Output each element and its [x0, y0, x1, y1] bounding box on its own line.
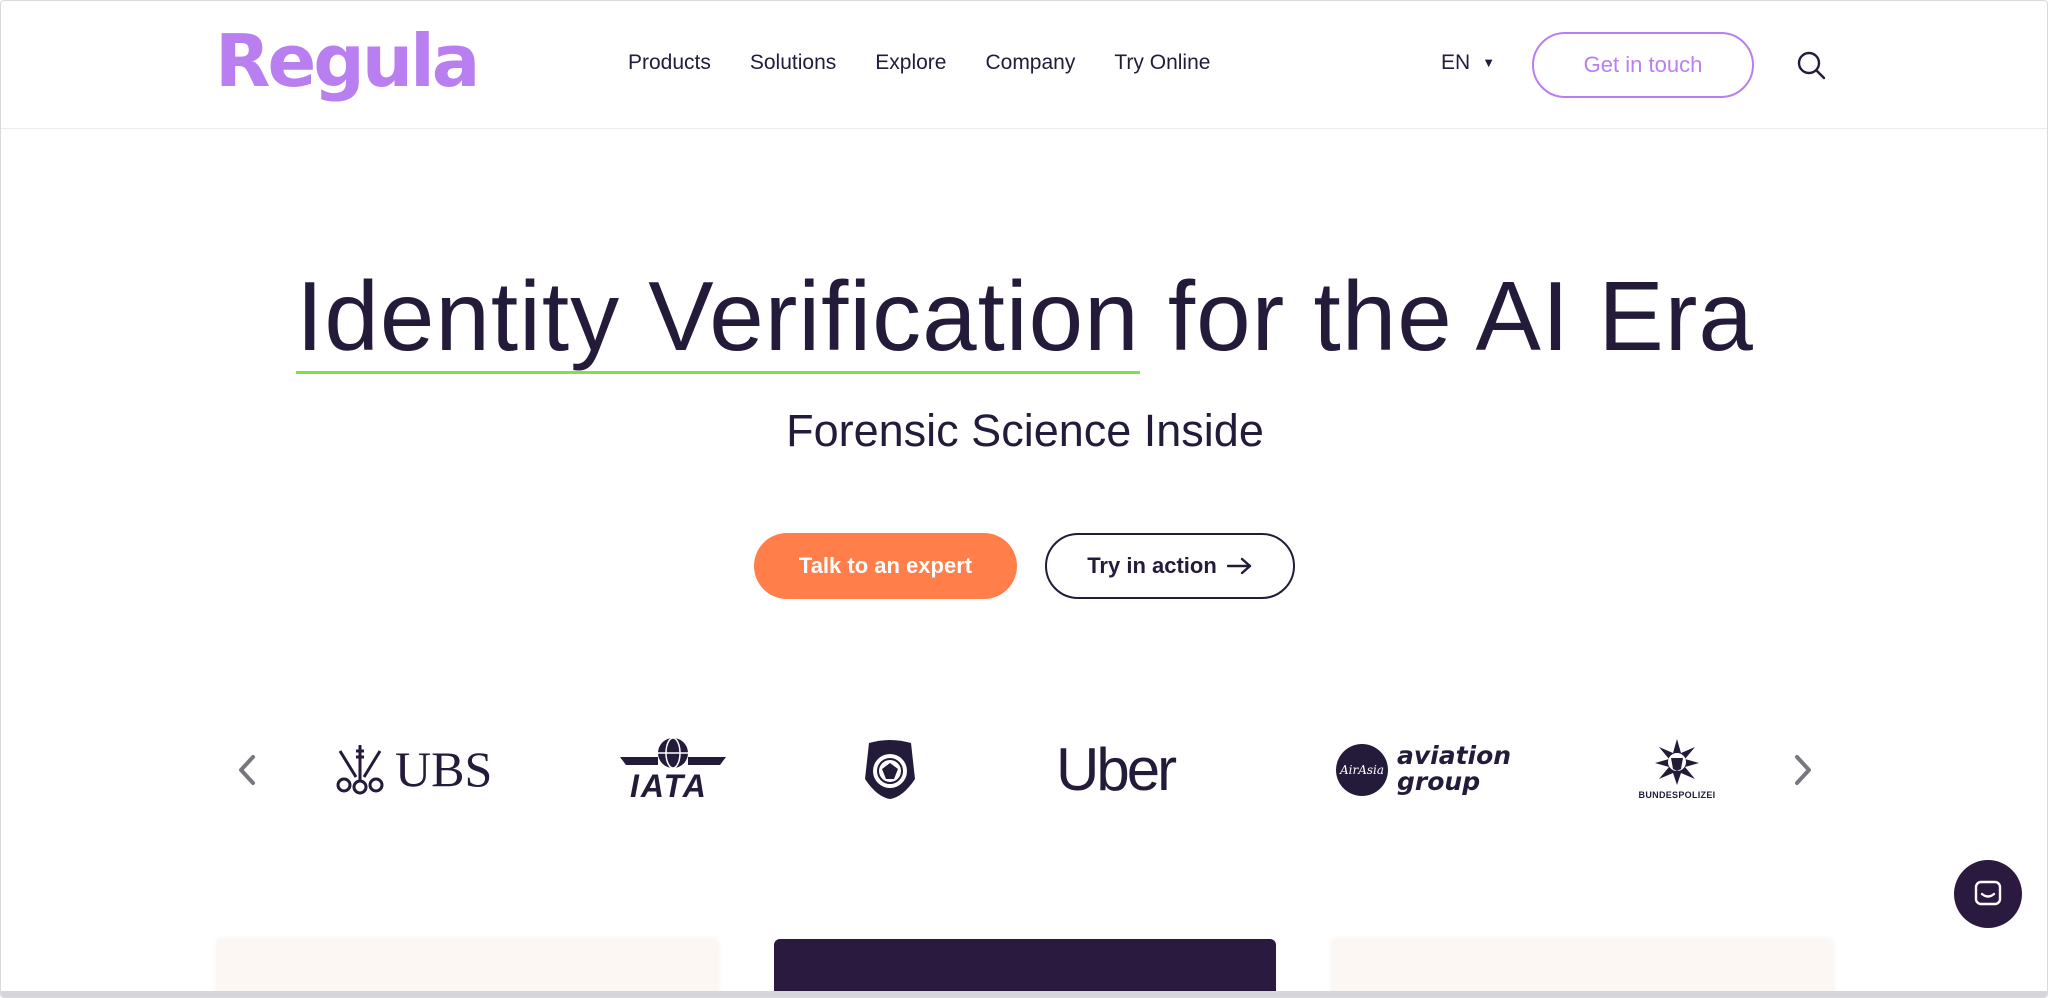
- feature-card-center[interactable]: [774, 939, 1276, 997]
- nav-item-try-online[interactable]: Try Online: [1114, 49, 1210, 77]
- uber-wordmark: Uber: [1056, 736, 1177, 803]
- hero-title-highlight: Identity Verification: [296, 261, 1140, 374]
- airasia-badge: AirAsia: [1336, 744, 1388, 796]
- ubs-keys-icon: [336, 745, 384, 795]
- client-logo-cbp: [863, 739, 917, 801]
- talk-to-expert-button[interactable]: Talk to an expert: [754, 533, 1017, 599]
- search-icon: [1797, 51, 1826, 80]
- get-in-touch-button[interactable]: Get in touch: [1532, 32, 1754, 98]
- try-in-action-button[interactable]: Try in action: [1045, 533, 1295, 599]
- feature-card-left[interactable]: [216, 939, 719, 997]
- caret-down-icon: ▼: [1482, 55, 1496, 70]
- nav-item-company[interactable]: Company: [985, 49, 1075, 77]
- aviation-group-line1: aviation: [1397, 741, 1512, 770]
- ubs-wordmark: UBS: [395, 741, 493, 797]
- carousel-prev-button[interactable]: [232, 749, 262, 791]
- hero-title-rest: for the AI Era: [1139, 261, 1754, 371]
- carousel-next-button[interactable]: [1788, 749, 1818, 791]
- hero-title: Identity Verification for the AI Era: [1, 256, 2047, 376]
- search-button[interactable]: [1795, 49, 1827, 81]
- chat-launcher-button[interactable]: [1954, 860, 2022, 928]
- regula-logo[interactable]: Regula: [215, 19, 480, 103]
- client-logo-uber: Uber: [1056, 737, 1196, 803]
- chevron-left-icon: [239, 755, 255, 785]
- client-logo-bundespolizei: BUNDESPOLIZEI: [1637, 739, 1717, 803]
- main-nav: Products Solutions Explore Company Try O…: [628, 49, 1210, 77]
- try-in-action-label: Try in action: [1087, 553, 1217, 578]
- language-selector[interactable]: EN ▼: [1441, 49, 1495, 77]
- client-logo-airasia-aviation-group: AirAsia aviation group: [1336, 743, 1511, 797]
- nav-item-products[interactable]: Products: [628, 49, 711, 77]
- site-header: Regula Products Solutions Explore Compan…: [1, 1, 2047, 129]
- page-frame: Regula Products Solutions Explore Compan…: [0, 0, 2048, 998]
- nav-item-explore[interactable]: Explore: [875, 49, 946, 77]
- client-logo-ubs: UBS: [332, 741, 492, 797]
- aviation-group-line2: group: [1397, 767, 1481, 796]
- window-bottom-edge: [1, 991, 2047, 997]
- nav-item-solutions[interactable]: Solutions: [750, 49, 836, 77]
- language-label: EN: [1441, 51, 1471, 74]
- cbp-badge-icon: [865, 740, 915, 799]
- chevron-right-icon: [1795, 755, 1811, 785]
- hero-subtitle: Forensic Science Inside: [786, 405, 1264, 456]
- iata-wordmark: IATA: [630, 768, 708, 804]
- feature-card-right[interactable]: [1331, 939, 1834, 997]
- client-logo-iata: IATA: [620, 737, 726, 803]
- bundespolizei-wordmark: BUNDESPOLIZEI: [1638, 790, 1716, 800]
- chat-icon: [1974, 880, 2002, 906]
- airasia-badge-text: AirAsia: [1339, 763, 1385, 777]
- bundespolizei-star-icon: [1655, 739, 1699, 785]
- arrow-right-icon: [1226, 557, 1251, 575]
